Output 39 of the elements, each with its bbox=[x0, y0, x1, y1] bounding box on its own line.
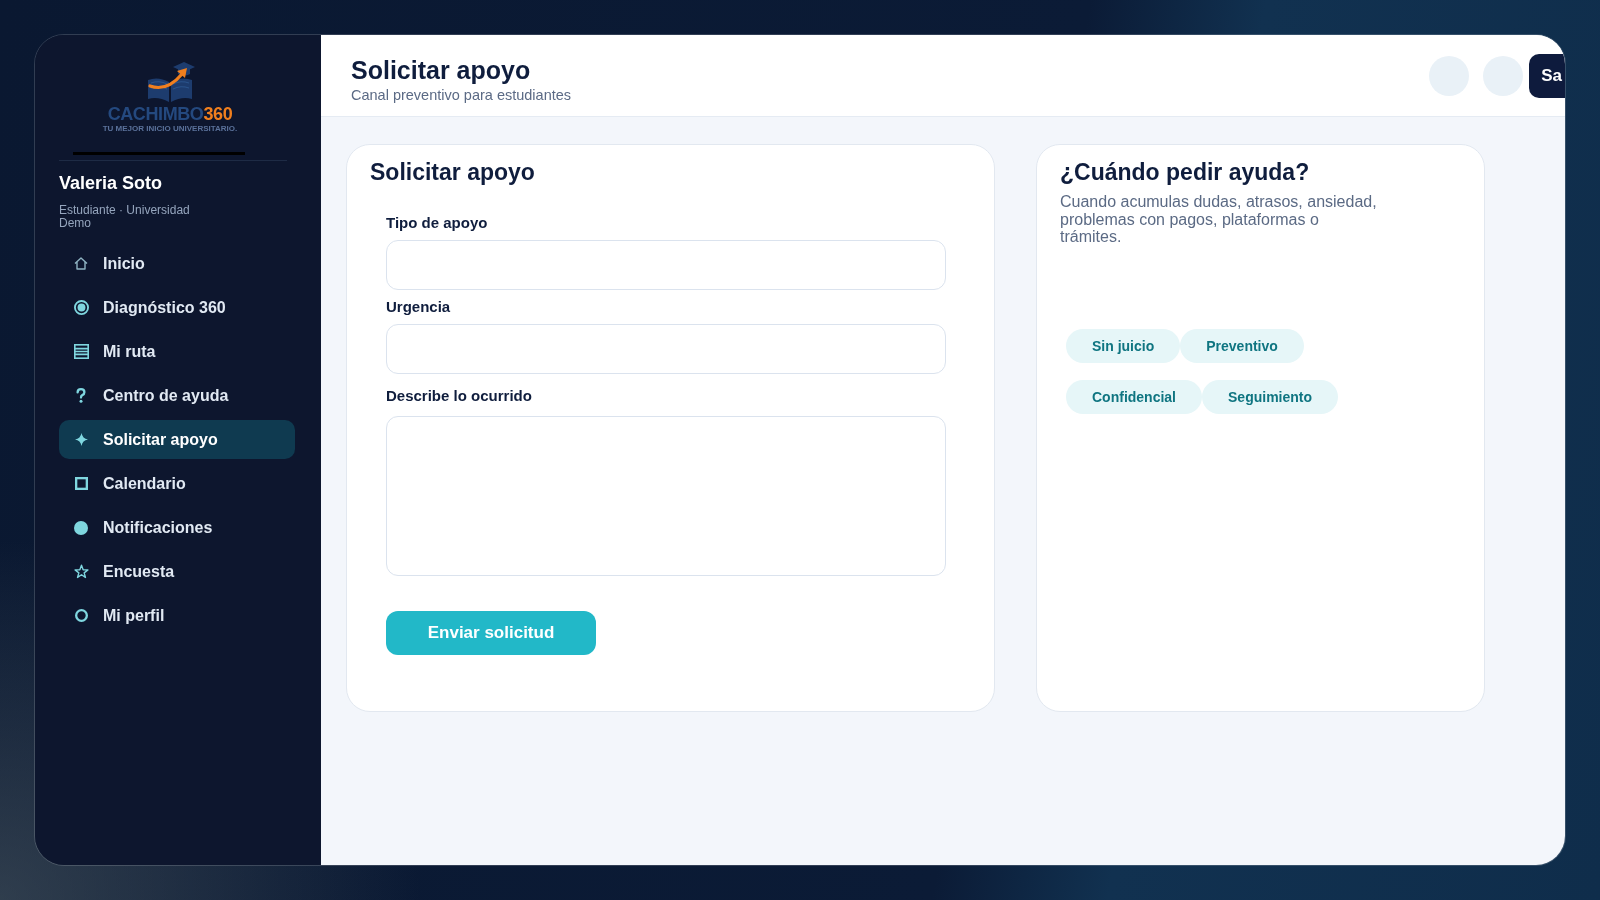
logo-tagline: TU MEJOR INICIO UNIVERSITARIO. bbox=[102, 124, 238, 133]
square-icon bbox=[74, 477, 88, 490]
nav-item[interactable]: Mi perfil bbox=[59, 596, 295, 635]
list-icon bbox=[73, 344, 89, 359]
tag-chip: Confidencial bbox=[1066, 379, 1202, 414]
text-area-field[interactable] bbox=[386, 416, 946, 576]
book-arrow-logo bbox=[145, 61, 195, 103]
field-label: Urgencia bbox=[386, 298, 452, 315]
tag-chip: Sin juicio bbox=[1066, 328, 1181, 363]
sparkle-icon bbox=[74, 433, 88, 446]
page-subtitle: Canal preventivo para estudiantes bbox=[351, 86, 573, 104]
nav-item[interactable]: Diagnóstico 360 bbox=[59, 288, 295, 327]
house-icon bbox=[74, 257, 88, 270]
input-field[interactable] bbox=[386, 324, 946, 374]
card-title: ¿Cuándo pedir ayuda? bbox=[1060, 159, 1311, 185]
card-title: Solicitar apoyo bbox=[370, 159, 536, 185]
question-mark-icon bbox=[76, 388, 86, 403]
tag-chip: Preventivo bbox=[1180, 328, 1304, 363]
nav-item[interactable]: Encuesta bbox=[59, 552, 295, 591]
target-icon bbox=[73, 300, 89, 315]
star-icon bbox=[73, 564, 89, 579]
help-text: Cuando acumulas dudas, atrasos, ansiedad, problemas con pagos, plataformas o trámites. bbox=[1060, 193, 1378, 246]
user-name: Valeria Soto bbox=[59, 172, 164, 194]
user-role: Estudiante · Universidad Demo bbox=[59, 204, 191, 230]
nav-item[interactable]: Mi ruta bbox=[59, 332, 295, 371]
nav-item[interactable]: Centro de ayuda bbox=[59, 376, 295, 415]
field-label: Describe lo ocurrido bbox=[386, 387, 533, 404]
header-button[interactable]: Sa bbox=[1529, 53, 1565, 98]
field-label: Tipo de apoyo bbox=[386, 214, 489, 231]
nav-item[interactable]: Calendario bbox=[59, 464, 295, 503]
logo-wordmark: CACHIMBO360 bbox=[107, 104, 233, 124]
input-field[interactable] bbox=[386, 240, 946, 290]
nav-item[interactable]: Notificaciones bbox=[59, 508, 295, 547]
nav-item[interactable]: Solicitar apoyo bbox=[59, 420, 295, 459]
ring-icon bbox=[74, 609, 88, 622]
tag-chip: Seguimiento bbox=[1202, 379, 1339, 414]
page-title: Solicitar apoyo bbox=[351, 55, 532, 84]
nav-item[interactable]: Inicio bbox=[59, 244, 295, 283]
dot-icon bbox=[74, 520, 88, 535]
